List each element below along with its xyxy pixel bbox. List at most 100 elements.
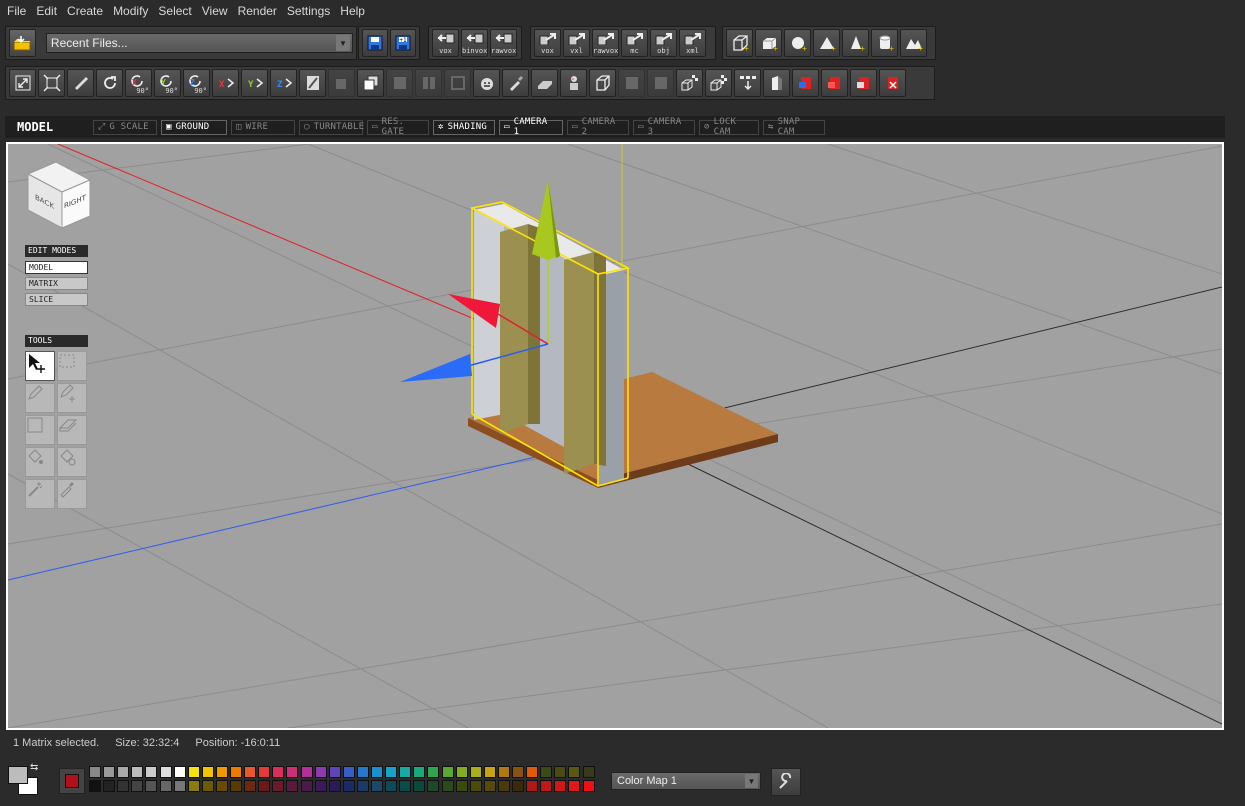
palette-swatch[interactable] — [159, 780, 172, 792]
merge-button[interactable] — [386, 69, 413, 97]
palette-swatch[interactable] — [356, 766, 369, 778]
open-folder-button[interactable] — [9, 29, 36, 57]
palette-swatch[interactable] — [286, 766, 299, 778]
shading-toggle[interactable]: ✲ SHADING — [433, 119, 495, 135]
duplicate-button[interactable] — [357, 69, 384, 97]
menu-create[interactable]: Create — [62, 0, 108, 22]
palette-swatch[interactable] — [427, 766, 440, 778]
palette-swatch[interactable] — [540, 780, 553, 792]
palette-swatch[interactable] — [215, 780, 228, 792]
palette-swatch[interactable] — [356, 780, 369, 792]
palette-settings-button[interactable] — [771, 768, 801, 796]
palette-swatch[interactable] — [385, 766, 398, 778]
palette-swatch[interactable] — [300, 766, 313, 778]
import-vox-button[interactable]: vox — [432, 29, 459, 57]
palette-swatch[interactable] — [314, 780, 327, 792]
palette-swatch[interactable] — [512, 766, 524, 778]
palette-swatch[interactable] — [469, 766, 482, 778]
palette-swatch[interactable] — [568, 766, 581, 778]
export-vox-button[interactable]: vox — [534, 29, 561, 57]
palette-swatch[interactable] — [230, 780, 242, 792]
palette-swatch[interactable] — [554, 780, 567, 792]
palette-swatch[interactable] — [215, 766, 228, 778]
palette-swatch[interactable] — [526, 766, 539, 778]
palette-swatch[interactable] — [258, 780, 271, 792]
create-pyramid-button[interactable]: + — [813, 29, 840, 57]
palette-swatch[interactable] — [201, 780, 214, 792]
export-xml-button[interactable]: xml — [679, 29, 706, 57]
fit-selection-button[interactable] — [38, 69, 65, 97]
turntable-toggle[interactable]: ◯ TURNTABLE — [299, 119, 364, 135]
palette-swatch[interactable] — [497, 766, 510, 778]
res-gate-toggle[interactable]: ▭ RES. GATE — [367, 117, 429, 137]
cube-button[interactable] — [589, 69, 616, 97]
palette-swatch[interactable] — [131, 766, 144, 778]
mode-slice-button[interactable]: SLICE — [25, 293, 88, 306]
palette-swatch[interactable] — [455, 766, 468, 778]
ruler-button[interactable] — [67, 69, 94, 97]
palette-swatch[interactable] — [342, 780, 355, 792]
palette-swatch[interactable] — [272, 766, 285, 778]
camera2-toggle[interactable]: ▭ CAMERA 2 — [567, 117, 629, 137]
palette-swatch[interactable] — [342, 766, 355, 778]
palette-swatch[interactable] — [272, 780, 285, 792]
recent-files-dropdown[interactable]: Recent Files... ▼ — [45, 33, 353, 53]
palette-swatch[interactable] — [117, 780, 130, 792]
palette-swatch[interactable] — [399, 766, 412, 778]
palette-swatch[interactable] — [568, 780, 581, 792]
palette-swatch[interactable] — [469, 780, 482, 792]
layers-button[interactable] — [618, 69, 645, 97]
lock-cam-toggle[interactable]: ⊘ LOCK CAM — [699, 117, 759, 137]
camera1-toggle[interactable]: ▭ CAMERA 1 — [499, 117, 563, 137]
palette-swatch[interactable] — [244, 766, 257, 778]
palette-swatch[interactable] — [103, 766, 116, 778]
color-red2-button[interactable] — [850, 69, 877, 97]
half-shade-button[interactable] — [763, 69, 790, 97]
palette-swatch[interactable] — [540, 766, 553, 778]
pencil-add-tool[interactable] — [57, 383, 87, 413]
palette-swatch[interactable] — [187, 780, 200, 792]
palette-swatch[interactable] — [413, 766, 426, 778]
camera3-toggle[interactable]: ▭ CAMERA 3 — [633, 117, 695, 137]
palette-swatch[interactable] — [230, 766, 242, 778]
ground-toggle[interactable]: ▣ GROUND — [161, 119, 227, 135]
primary-color-button[interactable] — [59, 768, 85, 794]
palette-swatch[interactable] — [258, 766, 271, 778]
palette-swatch[interactable] — [512, 780, 524, 792]
mirror-z-button[interactable]: Z — [270, 69, 297, 97]
import-binvox-button[interactable]: binvox — [461, 29, 488, 57]
pencil-tool[interactable] — [25, 383, 55, 413]
eyedropper-tool[interactable] — [57, 479, 87, 509]
menu-edit[interactable]: Edit — [31, 0, 62, 22]
export-vxl-button[interactable]: vxl — [563, 29, 590, 57]
palette-swatch[interactable] — [413, 780, 426, 792]
menu-settings[interactable]: Settings — [282, 0, 335, 22]
rotate-y-button[interactable]: Y 90° — [154, 69, 181, 97]
palette-swatch[interactable] — [483, 766, 496, 778]
rotate-button[interactable] — [96, 69, 123, 97]
fill-tool[interactable] — [25, 447, 55, 477]
palette-swatch[interactable] — [159, 766, 172, 778]
new-matrix-button[interactable] — [328, 69, 355, 97]
save-as-button[interactable]: +1 — [390, 29, 416, 57]
character-button[interactable] — [560, 69, 587, 97]
select-move-tool[interactable] — [25, 351, 55, 381]
export-mc-button[interactable]: mc — [621, 29, 648, 57]
palette-swatch[interactable] — [441, 766, 454, 778]
palette-swatch[interactable] — [89, 766, 101, 778]
palette-swatch[interactable] — [173, 766, 186, 778]
mirror-y-button[interactable]: Y — [241, 69, 268, 97]
menu-render[interactable]: Render — [233, 0, 282, 22]
rotate-x-button[interactable]: X 90° — [125, 69, 152, 97]
checker-cube-button[interactable] — [676, 69, 703, 97]
checker-cube2-button[interactable] — [705, 69, 732, 97]
palette-swatch[interactable] — [145, 766, 158, 778]
3d-viewport[interactable]: BACK RIGHT EDIT MODES MODEL MATRIX SLICE… — [6, 142, 1224, 730]
create-cone-button[interactable]: + — [842, 29, 869, 57]
layers2-button[interactable] — [647, 69, 674, 97]
create-terrain-button[interactable]: + — [900, 29, 927, 57]
pumpkin-button[interactable] — [473, 69, 500, 97]
create-sphere-button[interactable]: + — [784, 29, 811, 57]
export-obj-button[interactable]: obj — [650, 29, 677, 57]
magic-wand-tool[interactable] — [25, 479, 55, 509]
